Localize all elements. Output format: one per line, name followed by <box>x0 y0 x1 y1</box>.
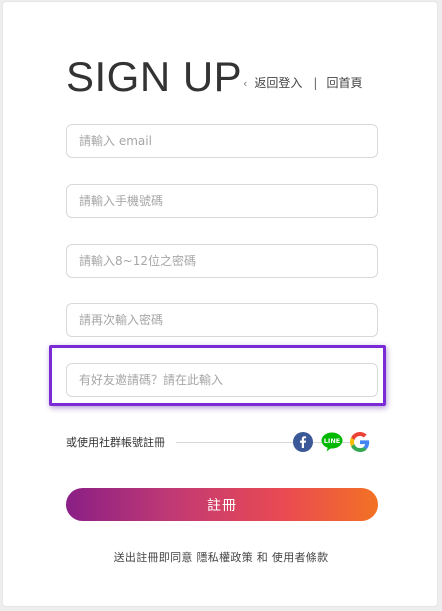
svg-text:LINE: LINE <box>324 437 340 445</box>
social-signup-label: 或使用社群帳號註冊 <box>66 436 165 449</box>
signup-submit-button[interactable]: 註冊 <box>66 488 378 521</box>
nav-separator: | <box>313 76 318 90</box>
phone-field[interactable] <box>66 184 378 218</box>
line-icon[interactable]: LINE <box>321 432 343 452</box>
google-icon[interactable] <box>350 432 370 452</box>
invite-code-highlight <box>49 345 386 406</box>
chevron-left-icon: ‹ <box>243 77 248 90</box>
back-to-login-link[interactable]: 返回登入 <box>254 76 302 90</box>
facebook-icon[interactable] <box>293 432 313 452</box>
home-link[interactable]: 回首頁 <box>326 76 362 90</box>
confirm-password-field[interactable] <box>66 303 378 337</box>
terms-and: 和 <box>253 551 272 564</box>
social-signup-row: 或使用社群帳號註冊 LINE <box>66 432 378 452</box>
terms-of-service-link[interactable]: 使用者條款 <box>272 551 329 564</box>
terms-prefix: 送出註冊即同意 <box>113 551 197 564</box>
top-nav: ‹ 返回登入 | 回首頁 <box>243 75 362 92</box>
page-title: SIGN UP <box>66 53 243 100</box>
email-field[interactable] <box>66 124 378 158</box>
terms-notice: 送出註冊即同意 隱私權政策 和 使用者條款 <box>3 549 439 565</box>
password-field[interactable] <box>66 244 378 278</box>
signup-card: SIGN UP ‹ 返回登入 | 回首頁 或使用社群帳號註冊 LINE <box>2 1 438 607</box>
privacy-policy-link[interactable]: 隱私權政策 <box>197 551 254 564</box>
